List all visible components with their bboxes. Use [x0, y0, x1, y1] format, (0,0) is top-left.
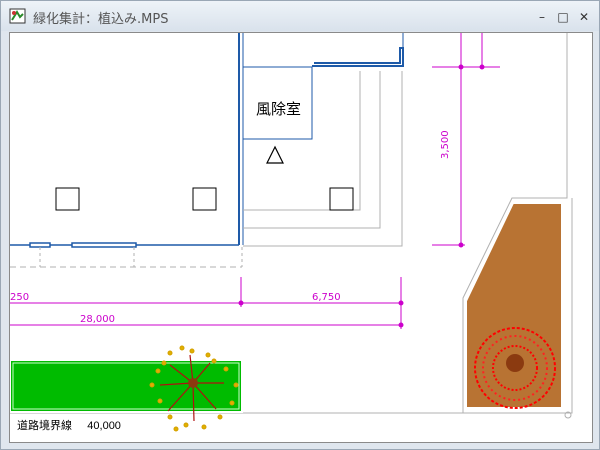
dimension-lines	[10, 33, 500, 329]
brown-planter[interactable]	[465, 202, 563, 409]
boundary-label: 道路境界線	[17, 420, 72, 432]
title-bar[interactable]: 緑化集計：植込み.MPS – □ ✕	[1, 1, 599, 31]
drawing-canvas[interactable]: 風除室 3,500 6,750 28,000 250	[9, 32, 593, 443]
dimension-label-250: 250	[10, 292, 29, 303]
window-title: 緑化集計：植込み.MPS	[33, 12, 169, 27]
minimize-button[interactable]: –	[535, 11, 549, 23]
boundary-value: 40,000	[87, 420, 121, 432]
close-button[interactable]: ✕	[577, 11, 591, 23]
app-window: 緑化集計：植込み.MPS – □ ✕ 風除室 3,500 6,750 28,00…	[0, 0, 600, 450]
column-3	[329, 187, 354, 211]
app-icon	[9, 8, 26, 24]
room-label: 風除室	[256, 100, 301, 118]
dimension-label-6750: 6,750	[312, 292, 341, 303]
column-2	[192, 187, 217, 211]
dimension-label-vertical: 3,500	[440, 130, 451, 159]
column-1	[55, 187, 80, 211]
maximize-button[interactable]: □	[556, 11, 570, 23]
road-boundary-label: 道路境界線 40,000	[13, 417, 125, 433]
entrance-triangle-icon	[266, 145, 284, 164]
dimension-label-28000: 28,000	[80, 314, 115, 325]
building-walls	[10, 33, 404, 248]
columns	[55, 187, 354, 211]
cad-drawing: 風除室 3,500 6,750 28,000 250	[10, 33, 573, 432]
tree-trunk	[188, 378, 198, 388]
green-planter[interactable]	[10, 359, 243, 413]
